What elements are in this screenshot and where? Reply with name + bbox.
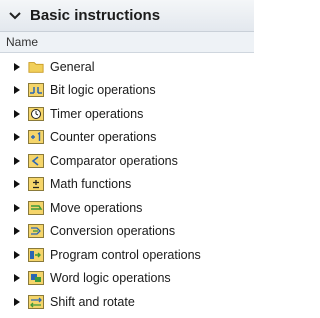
expand-arrow-icon[interactable] [10,295,24,309]
tree-item-label: Timer operations [50,106,144,121]
expand-arrow-icon[interactable] [10,60,24,74]
counter-icon [28,130,44,145]
tree-item-label: Counter operations [50,130,157,145]
expand-arrow-icon[interactable] [10,107,24,121]
tree-item-comparator[interactable]: Comparator operations [0,149,254,173]
tree-item-shift-rotate[interactable]: Shift and rotate [0,290,254,314]
tree-item-program-control[interactable]: Program control operations [0,243,254,267]
expand-arrow-icon[interactable] [10,177,24,191]
comparator-icon [28,153,44,168]
tree-item-label: Program control operations [50,247,201,262]
conversion-icon [28,224,44,239]
tree-item-timer[interactable]: Timer operations [0,102,254,126]
tree-item-label: Shift and rotate [50,294,135,309]
tree-item-label: Math functions [50,177,132,192]
tree-item-label: Bit logic operations [50,83,156,98]
move-icon [28,200,44,215]
program-control-icon [28,247,44,262]
tree-item-math[interactable]: Math functions [0,173,254,197]
timer-icon [28,106,44,121]
shift-rotate-icon [28,294,44,309]
collapse-chevron-icon[interactable] [6,7,24,25]
tree-item-bit-logic[interactable]: Bit logic operations [0,79,254,103]
expand-arrow-icon[interactable] [10,271,24,285]
tree-item-label: Word logic operations [50,271,171,286]
tree-item-word-logic[interactable]: Word logic operations [0,267,254,291]
expand-arrow-icon[interactable] [10,224,24,238]
expand-arrow-icon[interactable] [10,201,24,215]
panel-header[interactable]: Basic instructions [0,0,254,32]
instruction-tree: General Bit logic operations Timer opera… [0,53,254,314]
expand-arrow-icon[interactable] [10,130,24,144]
bit-logic-icon [28,83,44,98]
tree-item-general[interactable]: General [0,55,254,79]
tree-item-label: General [50,59,95,74]
tree-item-conversion[interactable]: Conversion operations [0,220,254,244]
tree-item-label: Comparator operations [50,153,178,168]
folder-icon [28,60,44,74]
expand-arrow-icon[interactable] [10,83,24,97]
panel-title: Basic instructions [30,7,161,24]
expand-arrow-icon[interactable] [10,154,24,168]
math-icon [28,177,44,192]
tree-item-counter[interactable]: Counter operations [0,126,254,150]
column-header-name[interactable]: Name [0,32,254,53]
tree-item-label: Move operations [50,200,143,215]
tree-item-label: Conversion operations [50,224,176,239]
instructions-panel: Basic instructions Name General Bit logi… [0,0,254,318]
word-logic-icon [28,271,44,286]
expand-arrow-icon[interactable] [10,248,24,262]
tree-item-move[interactable]: Move operations [0,196,254,220]
